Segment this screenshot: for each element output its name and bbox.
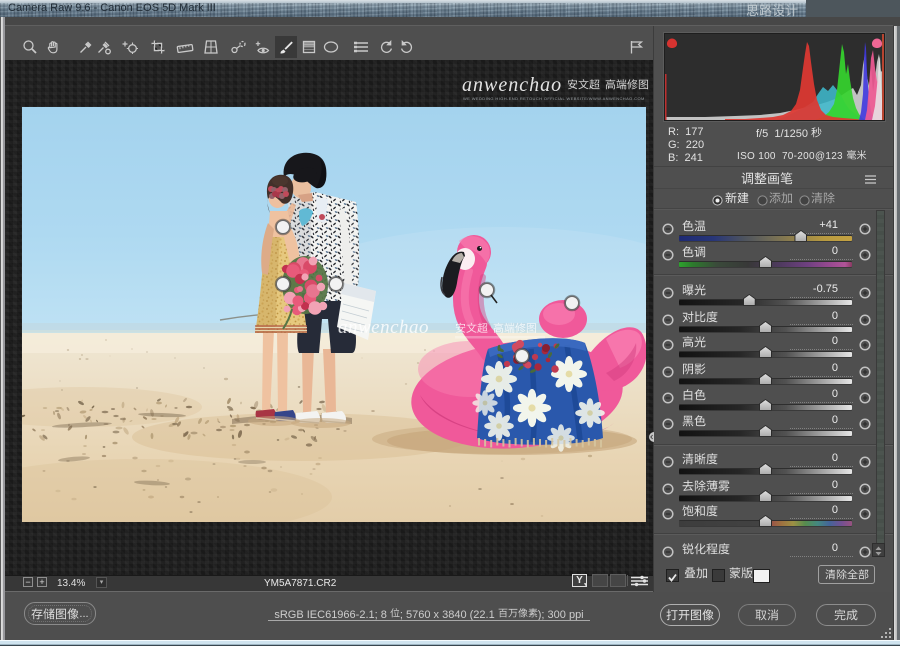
svg-text:anwenchao: anwenchao — [338, 317, 429, 338]
